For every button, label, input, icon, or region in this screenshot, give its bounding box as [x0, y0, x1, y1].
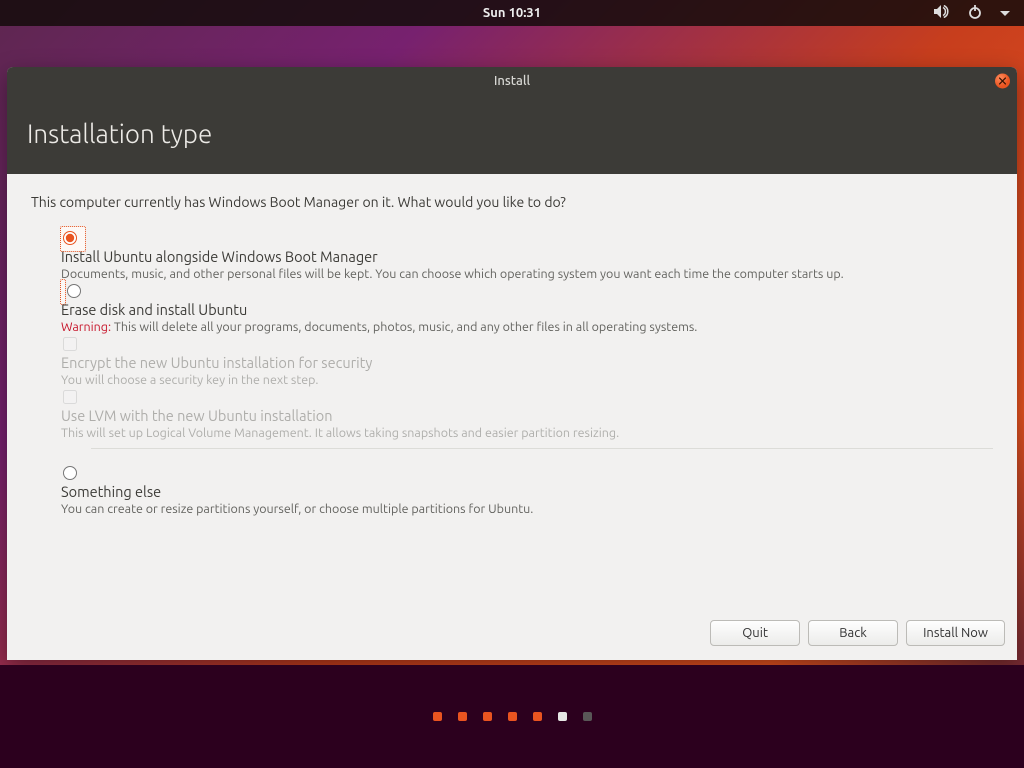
option-encrypt: Encrypt the new Ubuntu installation for … [61, 333, 993, 389]
quit-button[interactable]: Quit [710, 620, 800, 646]
option-title: Something else [61, 483, 993, 500]
titlebar: Install [7, 67, 1017, 95]
option-lvm: Use LVM with the new Ubuntu installation… [61, 386, 993, 442]
option-title: Use LVM with the new Ubuntu installation [61, 407, 993, 424]
option-title: Erase disk and install Ubuntu [61, 301, 993, 318]
step-dot-4 [508, 712, 517, 721]
option-something-else[interactable]: Something else You can create or resize … [61, 462, 993, 518]
close-button[interactable] [995, 74, 1010, 89]
options-group: Install Ubuntu alongside Windows Boot Ma… [61, 230, 993, 517]
volume-icon[interactable] [934, 5, 950, 21]
option-desc: Documents, music, and other personal fil… [61, 266, 993, 283]
power-icon[interactable] [968, 5, 982, 22]
page-heading: Installation type [7, 95, 1017, 174]
install-window: Install Installation type This computer … [7, 67, 1017, 660]
step-dot-6 [558, 712, 567, 721]
radio-alongside[interactable] [63, 231, 77, 245]
back-button[interactable]: Back [808, 620, 898, 646]
option-desc: You will choose a security key in the ne… [61, 372, 993, 389]
footer-buttons: Quit Back Install Now [7, 614, 1017, 660]
option-desc: You can create or resize partitions your… [61, 501, 993, 518]
step-dot-3 [483, 712, 492, 721]
top-panel: Sun 10:31 [0, 0, 1024, 26]
step-dot-1 [433, 712, 442, 721]
option-erase-disk[interactable]: Erase disk and install Ubuntu Warning: T… [61, 280, 993, 336]
warning-label: Warning: [61, 320, 111, 334]
clock[interactable]: Sun 10:31 [483, 6, 541, 20]
option-install-alongside[interactable]: Install Ubuntu alongside Windows Boot Ma… [61, 227, 993, 304]
window-title: Install [494, 74, 530, 88]
checkbox-lvm [63, 390, 77, 404]
system-tray [934, 5, 1010, 22]
step-dot-5 [533, 712, 542, 721]
radio-erase[interactable] [67, 284, 81, 298]
chevron-down-icon[interactable] [1000, 6, 1010, 20]
progress-dots [0, 665, 1024, 768]
divider [91, 448, 993, 449]
content-area: This computer currently has Windows Boot… [7, 174, 1017, 614]
checkbox-encrypt [63, 337, 77, 351]
option-title: Install Ubuntu alongside Windows Boot Ma… [61, 248, 993, 265]
radio-something-else[interactable] [63, 466, 77, 480]
step-dot-7 [583, 712, 592, 721]
option-title: Encrypt the new Ubuntu installation for … [61, 354, 993, 371]
intro-text: This computer currently has Windows Boot… [31, 194, 993, 210]
install-now-button[interactable]: Install Now [906, 620, 1005, 646]
option-desc: This will set up Logical Volume Manageme… [61, 425, 993, 442]
option-desc: Warning: This will delete all your progr… [61, 319, 993, 336]
step-dot-2 [458, 712, 467, 721]
